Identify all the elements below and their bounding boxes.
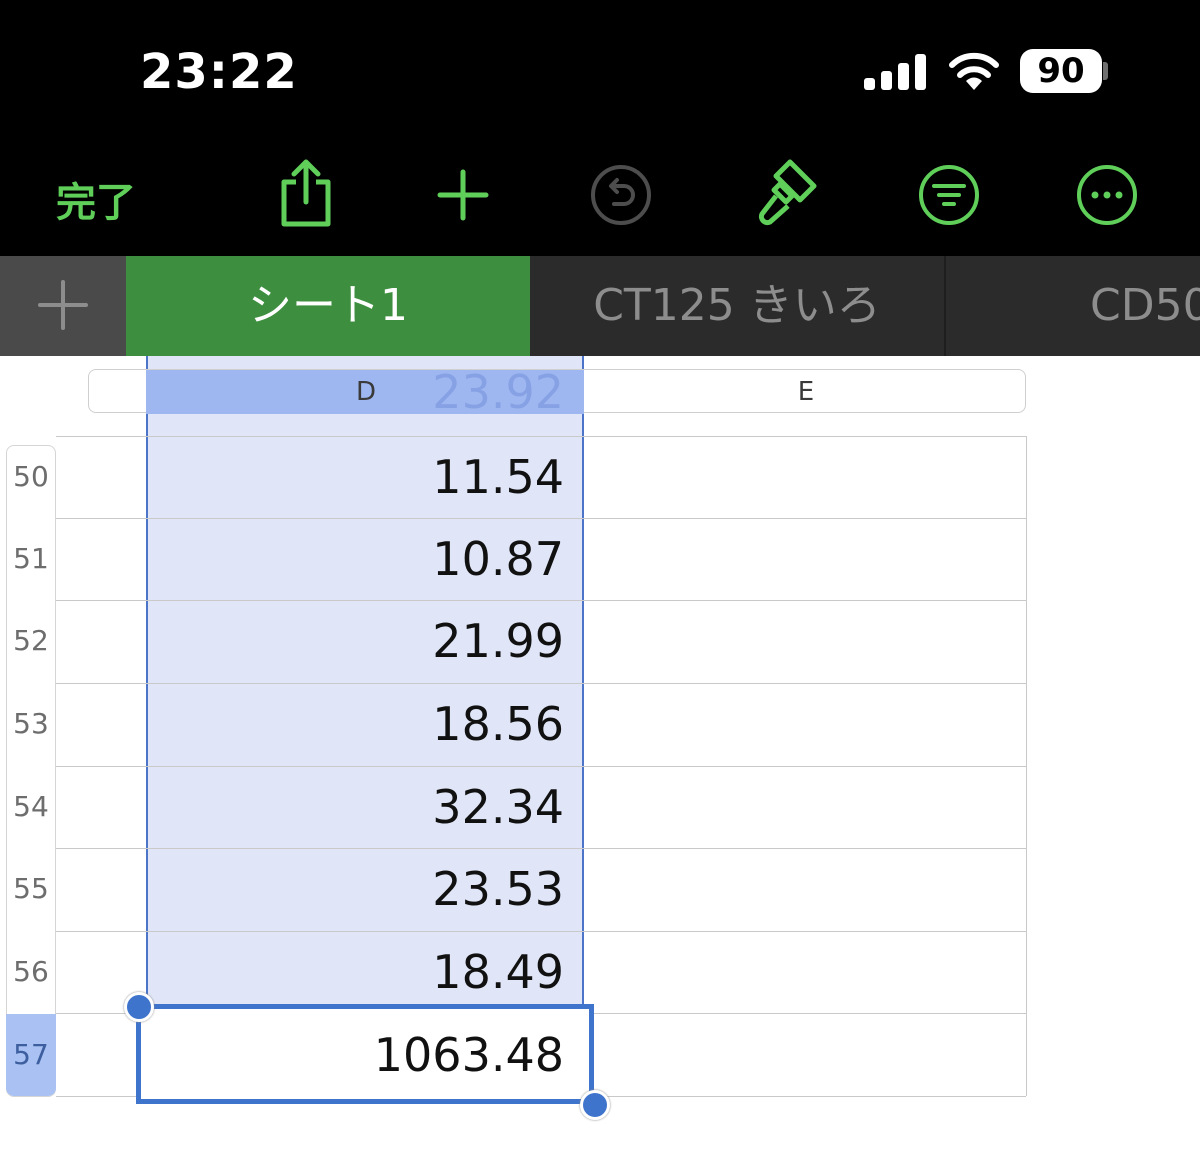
cell-d54[interactable]: 32.34 xyxy=(146,766,564,848)
cell-d51[interactable]: 10.87 xyxy=(146,518,564,600)
cell-d55[interactable]: 23.53 xyxy=(146,848,564,930)
cell-d52[interactable]: 21.99 xyxy=(146,600,564,682)
wifi-icon xyxy=(949,52,999,90)
sheet-tabs: シート1 CT125 きいろ CD50 xyxy=(0,256,1200,356)
row-header-52[interactable]: 52 xyxy=(6,600,56,682)
cell-d56[interactable]: 18.49 xyxy=(146,931,564,1013)
row-header-53[interactable]: 53 xyxy=(6,683,56,765)
selection-handle-bottom-right[interactable] xyxy=(580,1090,610,1120)
battery-icon: 90 xyxy=(1020,49,1102,93)
row-header-50[interactable]: 50 xyxy=(6,436,56,518)
tab-ct125[interactable]: CT125 きいろ xyxy=(530,256,946,356)
row-header-57[interactable]: 57 xyxy=(6,1014,56,1096)
row-header-55[interactable]: 55 xyxy=(6,848,56,930)
spreadsheet[interactable]: 23.92 D E 50 51 52 53 54 55 56 57 11.54 … xyxy=(0,356,1200,1174)
cell-d57[interactable]: 1063.48 xyxy=(146,1014,564,1096)
status-bar: 23:22 90 xyxy=(0,0,1200,130)
row-header-51[interactable]: 51 xyxy=(6,518,56,600)
undo-icon[interactable] xyxy=(590,164,652,226)
done-button[interactable]: 完了 xyxy=(56,170,136,228)
cell-d50[interactable]: 11.54 xyxy=(146,436,564,518)
row-header-56[interactable]: 56 xyxy=(6,931,56,1013)
column-header-d[interactable]: D xyxy=(146,370,586,414)
paintbrush-icon[interactable] xyxy=(750,156,820,232)
toolbar: 完了 xyxy=(0,130,1200,256)
tab-cd50[interactable]: CD50 xyxy=(946,256,1200,356)
column-divider xyxy=(1026,436,1027,1096)
add-sheet-button[interactable] xyxy=(0,256,126,356)
filter-icon[interactable] xyxy=(918,164,980,226)
cellular-signal-icon xyxy=(864,54,928,90)
battery-nub xyxy=(1103,62,1108,80)
more-icon[interactable] xyxy=(1076,164,1138,226)
add-icon xyxy=(38,280,88,330)
status-time: 23:22 xyxy=(140,44,298,100)
tab-sheet1[interactable]: シート1 xyxy=(126,256,530,356)
column-header-e[interactable]: E xyxy=(586,370,1026,414)
row-header-54[interactable]: 54 xyxy=(6,766,56,848)
selection-handle-top-left[interactable] xyxy=(124,992,154,1022)
add-icon[interactable] xyxy=(436,168,490,222)
battery-level: 90 xyxy=(1037,51,1085,91)
cell-d53[interactable]: 18.56 xyxy=(146,683,564,765)
share-icon[interactable] xyxy=(276,158,336,230)
